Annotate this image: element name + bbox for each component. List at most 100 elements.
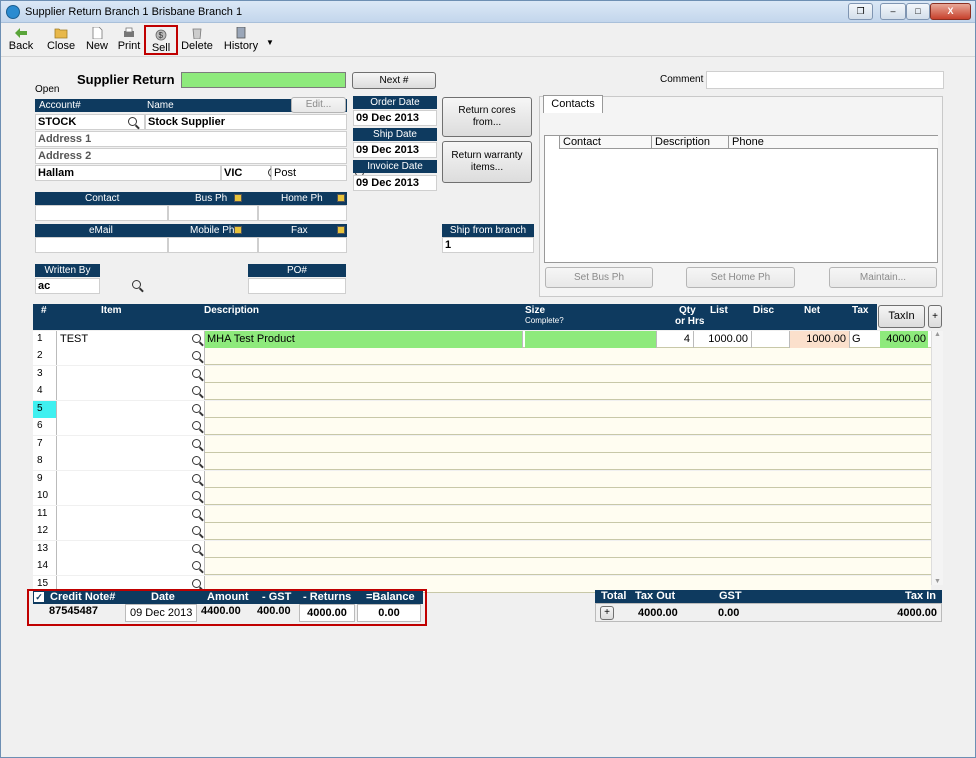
table-row[interactable]: 10 [33,488,931,505]
item-search-icon[interactable] [192,368,201,378]
item-cell[interactable] [57,488,205,505]
item-cell[interactable] [57,365,205,383]
delete-button[interactable]: Delete [179,25,215,55]
list-cell[interactable]: 1000.00 [694,331,752,348]
credit-returns-field[interactable]: 4000.00 [299,604,355,622]
table-row[interactable]: 7 [33,435,931,453]
item-search-icon[interactable] [192,526,201,535]
table-row[interactable]: 6 [33,418,931,435]
set-home-ph-button[interactable]: Set Home Ph [686,267,795,288]
written-by-field[interactable]: ac [35,278,100,294]
item-search-icon[interactable] [192,508,201,518]
written-by-search-icon[interactable] [132,280,142,289]
item-cell[interactable] [57,383,205,400]
item-cell[interactable] [57,558,205,575]
description-cell[interactable] [205,453,523,470]
item-cell[interactable]: TEST [57,331,205,348]
table-row[interactable]: 4 [33,383,931,400]
new-button[interactable]: New [84,25,110,55]
state-field[interactable]: VIC [221,165,271,181]
item-cell[interactable] [57,453,205,470]
item-cell[interactable] [57,470,205,488]
item-search-icon[interactable] [192,456,201,465]
description-cell[interactable] [205,401,523,418]
tab-contacts[interactable]: Contacts [543,95,603,113]
item-search-icon[interactable] [192,386,201,395]
scroll-up-icon[interactable]: ▲ [934,331,941,338]
credit-date-field[interactable]: 09 Dec 2013 [125,604,197,622]
description-cell[interactable] [205,541,523,558]
maintain-button[interactable]: Maintain... [829,267,937,288]
item-cell[interactable] [57,523,205,540]
table-row[interactable]: 13 [33,540,931,558]
description-cell[interactable] [205,506,523,523]
table-row[interactable]: 11 [33,505,931,523]
mobile-ph-flag-icon[interactable] [234,226,242,234]
home-ph-flag-icon[interactable] [337,194,345,202]
item-search-icon[interactable] [192,438,201,448]
table-row[interactable]: 2 [33,348,931,365]
totals-plus-button[interactable]: + [600,606,614,620]
description-cell[interactable] [205,366,523,383]
fax-field[interactable] [258,237,347,253]
post-field[interactable]: Post [271,165,347,181]
table-row[interactable]: 12 [33,523,931,540]
item-search-icon[interactable] [192,561,201,570]
grid-plus-button[interactable]: + [928,305,942,328]
item-search-icon[interactable] [192,403,201,413]
item-cell[interactable] [57,435,205,453]
description-cell[interactable] [205,471,523,488]
close-button[interactable]: Close [45,25,77,55]
credit-checkbox[interactable]: ✓ [34,592,44,602]
item-search-icon[interactable] [192,421,201,430]
return-cores-button[interactable]: Return cores from... [442,97,532,137]
credit-balance-field[interactable]: 0.00 [357,604,421,622]
fax-flag-icon[interactable] [337,226,345,234]
taxin-button[interactable]: TaxIn [878,305,925,328]
close-window-button[interactable]: X [930,3,971,20]
contacts-col-description[interactable]: Description [652,136,729,148]
table-row[interactable]: 9 [33,470,931,488]
comment-input[interactable] [706,71,944,89]
item-search-icon[interactable] [192,334,201,343]
description-cell[interactable] [205,436,523,453]
description-cell[interactable] [205,488,523,505]
item-search-icon[interactable] [192,473,201,483]
description-cell[interactable] [205,348,523,365]
contacts-col-contact[interactable]: Contact [559,136,652,148]
item-cell[interactable] [57,540,205,558]
table-row[interactable]: 5 [33,400,931,418]
grid-scrollbar[interactable]: ▲ ▼ [931,331,943,585]
heading-green-field[interactable] [181,72,346,88]
contacts-col-phone[interactable]: Phone [729,136,764,148]
set-bus-ph-button[interactable]: Set Bus Ph [545,267,653,288]
back-button[interactable]: Back [7,25,35,55]
qty-cell[interactable]: 4 [657,331,694,348]
address2-field[interactable]: Address 2 [35,148,347,164]
next-number-button[interactable]: Next # [352,72,436,89]
item-cell[interactable] [57,348,205,365]
description-cell[interactable] [205,383,523,400]
tax-cell[interactable]: G [850,331,880,348]
table-row[interactable]: 3 [33,365,931,383]
invoice-date-field[interactable]: 09 Dec 2013 [353,175,437,191]
table-row[interactable]: 8 [33,453,931,470]
mobile-ph-field[interactable] [168,237,258,253]
email-field[interactable] [35,237,168,253]
item-search-icon[interactable] [192,543,201,553]
account-search-icon[interactable] [128,117,137,126]
table-row[interactable]: 1 TEST MHA Test Product 4 1000.00 1000.0… [33,331,931,348]
taxin-cell[interactable]: 4000.00 [880,331,928,348]
item-cell[interactable] [57,400,205,418]
item-search-icon[interactable] [192,578,201,588]
edit-button[interactable]: Edit... [291,97,346,113]
restore-button[interactable]: ❐ [848,3,873,20]
description-cell[interactable] [205,418,523,435]
table-row[interactable]: 14 [33,558,931,575]
home-ph-field[interactable] [258,205,347,221]
history-dropdown-icon[interactable]: ▼ [265,25,275,55]
bus-ph-field[interactable] [168,205,258,221]
credit-note-value[interactable]: 87545487 [49,605,98,617]
item-cell[interactable] [57,418,205,435]
suburb-field[interactable]: Hallam [35,165,221,181]
